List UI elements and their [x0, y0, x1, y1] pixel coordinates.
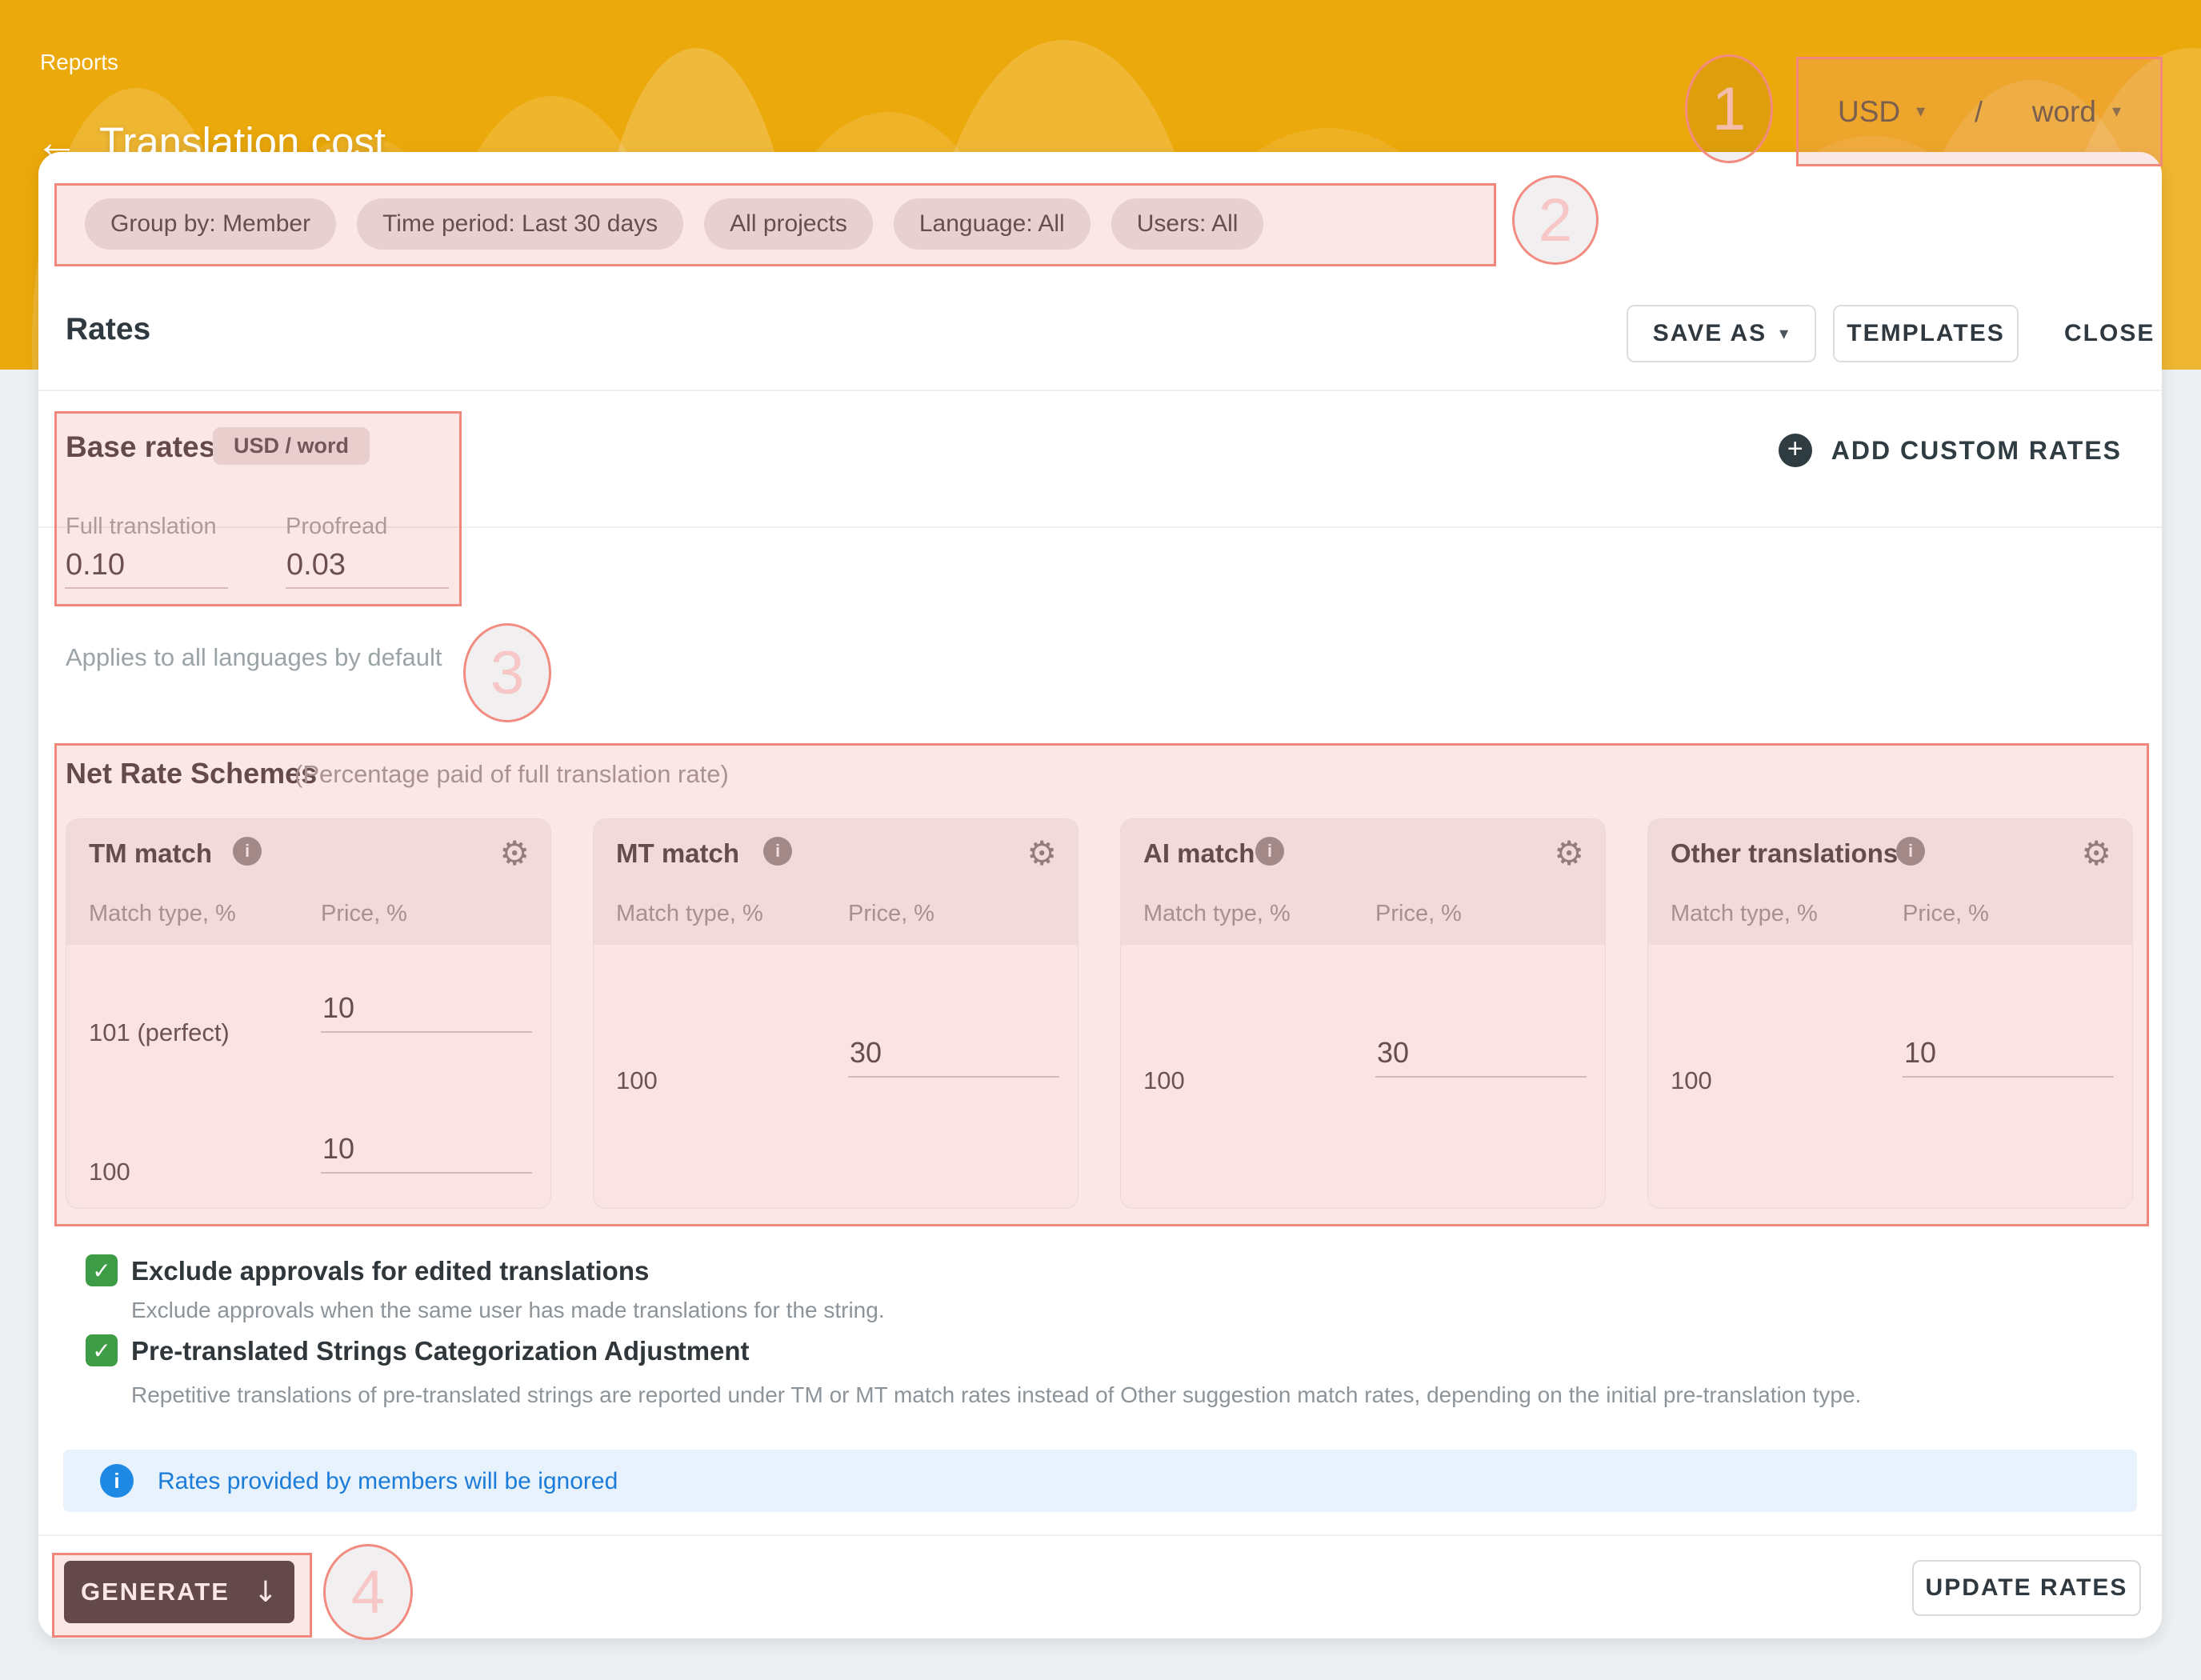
info-banner-text: Rates provided by members will be ignore…: [158, 1468, 618, 1495]
full-translation-label: Full translation: [66, 514, 217, 540]
chevron-down-icon: ▾: [2112, 102, 2121, 122]
unit-separator: /: [1975, 95, 1983, 129]
info-banner: i Rates provided by members will be igno…: [63, 1450, 2137, 1512]
card-title: Other translations: [1671, 838, 1898, 869]
gear-icon[interactable]: ⚙: [1554, 834, 1584, 873]
info-icon[interactable]: i: [763, 837, 792, 866]
price-input[interactable]: [321, 1132, 532, 1174]
base-rates-unit-badge: USD / word: [213, 427, 370, 465]
match-type-column-header: Match type, %: [1671, 901, 1818, 927]
currency-value[interactable]: USD: [1838, 95, 1900, 129]
price-column-header: Price, %: [848, 901, 934, 927]
add-custom-rates-label: ADD CUSTOM RATES: [1831, 436, 2122, 466]
plus-icon: +: [1779, 434, 1812, 467]
base-rates-title: Base rates: [66, 430, 215, 464]
net-rate-card-other-translations: Other translations i ⚙ Match type, % Pri…: [1647, 818, 2133, 1209]
card-header: TM match i ⚙ Match type, % Price, %: [66, 819, 550, 945]
match-type-value: 100: [89, 1158, 130, 1186]
pretranslated-adjustment-label: Pre-translated Strings Categorization Ad…: [131, 1336, 750, 1366]
close-button[interactable]: CLOSE: [2064, 305, 2155, 362]
proofread-label: Proofread: [286, 514, 387, 540]
divider: [38, 390, 2162, 391]
price-column-header: Price, %: [1903, 901, 1989, 927]
exclude-approvals-label: Exclude approvals for edited translation…: [131, 1256, 649, 1286]
checkbox-pretranslated-adjustment[interactable]: ✓: [86, 1334, 118, 1366]
gear-icon[interactable]: ⚙: [2081, 834, 2111, 873]
check-icon: ✓: [92, 1338, 110, 1364]
generate-label: GENERATE: [81, 1578, 230, 1606]
generate-button[interactable]: GENERATE ↓: [64, 1561, 294, 1623]
chevron-down-icon: ▾: [1779, 324, 1790, 344]
info-icon: i: [100, 1464, 134, 1498]
proofread-input[interactable]: [286, 546, 449, 589]
unit-value[interactable]: word: [2032, 95, 2096, 129]
rates-section-title: Rates: [66, 312, 150, 347]
match-type-column-header: Match type, %: [1143, 901, 1291, 927]
translation-cost-page: Reports ← Translation cost USD ▾ / word …: [0, 0, 2201, 1680]
filter-chips-row: Group by: Member Time period: Last 30 da…: [85, 198, 1263, 250]
rate-row: 100: [1143, 1036, 1584, 1124]
filter-chip-time-period[interactable]: Time period: Last 30 days: [357, 198, 683, 250]
filter-chip-group-by[interactable]: Group by: Member: [85, 198, 336, 250]
rate-row: 100: [616, 1036, 1057, 1124]
match-type-value: 100: [616, 1066, 658, 1095]
price-input[interactable]: [1375, 1036, 1587, 1078]
chevron-down-icon: ▾: [1916, 102, 1925, 122]
filter-chip-projects[interactable]: All projects: [704, 198, 873, 250]
card-title: AI match: [1143, 838, 1255, 869]
net-rate-card-tm-match: TM match i ⚙ Match type, % Price, % 101 …: [66, 818, 551, 1209]
pretranslated-adjustment-description: Repetitive translations of pre-translate…: [131, 1382, 1861, 1408]
price-column-header: Price, %: [321, 901, 407, 927]
unit-select[interactable]: word ▾: [2032, 95, 2121, 129]
full-translation-input[interactable]: [65, 546, 228, 589]
info-icon[interactable]: i: [233, 837, 262, 866]
match-type-column-header: Match type, %: [89, 901, 236, 927]
rate-row: 101 (perfect): [89, 991, 530, 1079]
filter-chip-language[interactable]: Language: All: [894, 198, 1090, 250]
filter-chip-users[interactable]: Users: All: [1111, 198, 1264, 250]
rate-row: 100: [1671, 1036, 2111, 1124]
price-column-header: Price, %: [1375, 901, 1462, 927]
net-rate-card-mt-match: MT match i ⚙ Match type, % Price, % 100: [593, 818, 1078, 1209]
net-rate-card-ai-match: AI match i ⚙ Match type, % Price, % 100: [1120, 818, 1606, 1209]
net-rate-schemes-subtitle: (Percentage paid of full translation rat…: [294, 760, 729, 789]
match-type-column-header: Match type, %: [616, 901, 763, 927]
check-icon: ✓: [92, 1258, 110, 1284]
breadcrumb[interactable]: Reports: [40, 50, 118, 75]
match-type-value: 100: [1143, 1066, 1185, 1095]
divider: [38, 1534, 2162, 1536]
save-as-label: SAVE AS: [1653, 320, 1767, 347]
currency-select[interactable]: USD ▾: [1838, 95, 1925, 129]
templates-button[interactable]: TEMPLATES: [1833, 305, 2019, 362]
checkbox-exclude-approvals[interactable]: ✓: [86, 1254, 118, 1286]
card-title: TM match: [89, 838, 212, 869]
info-icon[interactable]: i: [1896, 837, 1925, 866]
price-input[interactable]: [848, 1036, 1059, 1078]
match-type-value: 101 (perfect): [89, 1018, 230, 1047]
exclude-approvals-description: Exclude approvals when the same user has…: [131, 1298, 885, 1323]
arrow-down-icon: ↓: [254, 1576, 278, 1609]
add-custom-rates-button[interactable]: + ADD CUSTOM RATES: [1779, 434, 2122, 467]
gear-icon[interactable]: ⚙: [499, 834, 530, 873]
card-title: MT match: [616, 838, 739, 869]
report-settings-card: Group by: Member Time period: Last 30 da…: [38, 152, 2162, 1638]
net-rate-schemes-title: Net Rate Schemes: [66, 757, 317, 790]
price-input[interactable]: [321, 991, 532, 1033]
update-rates-button[interactable]: UPDATE RATES: [1912, 1560, 2141, 1616]
info-icon[interactable]: i: [1255, 837, 1284, 866]
card-header: Other translations i ⚙ Match type, % Pri…: [1648, 819, 2132, 945]
base-rates-note: Applies to all languages by default: [66, 643, 442, 672]
rate-row: 100: [89, 1132, 530, 1220]
gear-icon[interactable]: ⚙: [1026, 834, 1057, 873]
price-input[interactable]: [1903, 1036, 2114, 1078]
card-header: AI match i ⚙ Match type, % Price, %: [1121, 819, 1605, 945]
match-type-value: 100: [1671, 1066, 1712, 1095]
card-header: MT match i ⚙ Match type, % Price, %: [594, 819, 1078, 945]
save-as-button[interactable]: SAVE AS ▾: [1627, 305, 1816, 362]
report-unit-selector: USD ▾ / word ▾: [1799, 60, 2159, 163]
templates-label: TEMPLATES: [1847, 320, 2004, 347]
